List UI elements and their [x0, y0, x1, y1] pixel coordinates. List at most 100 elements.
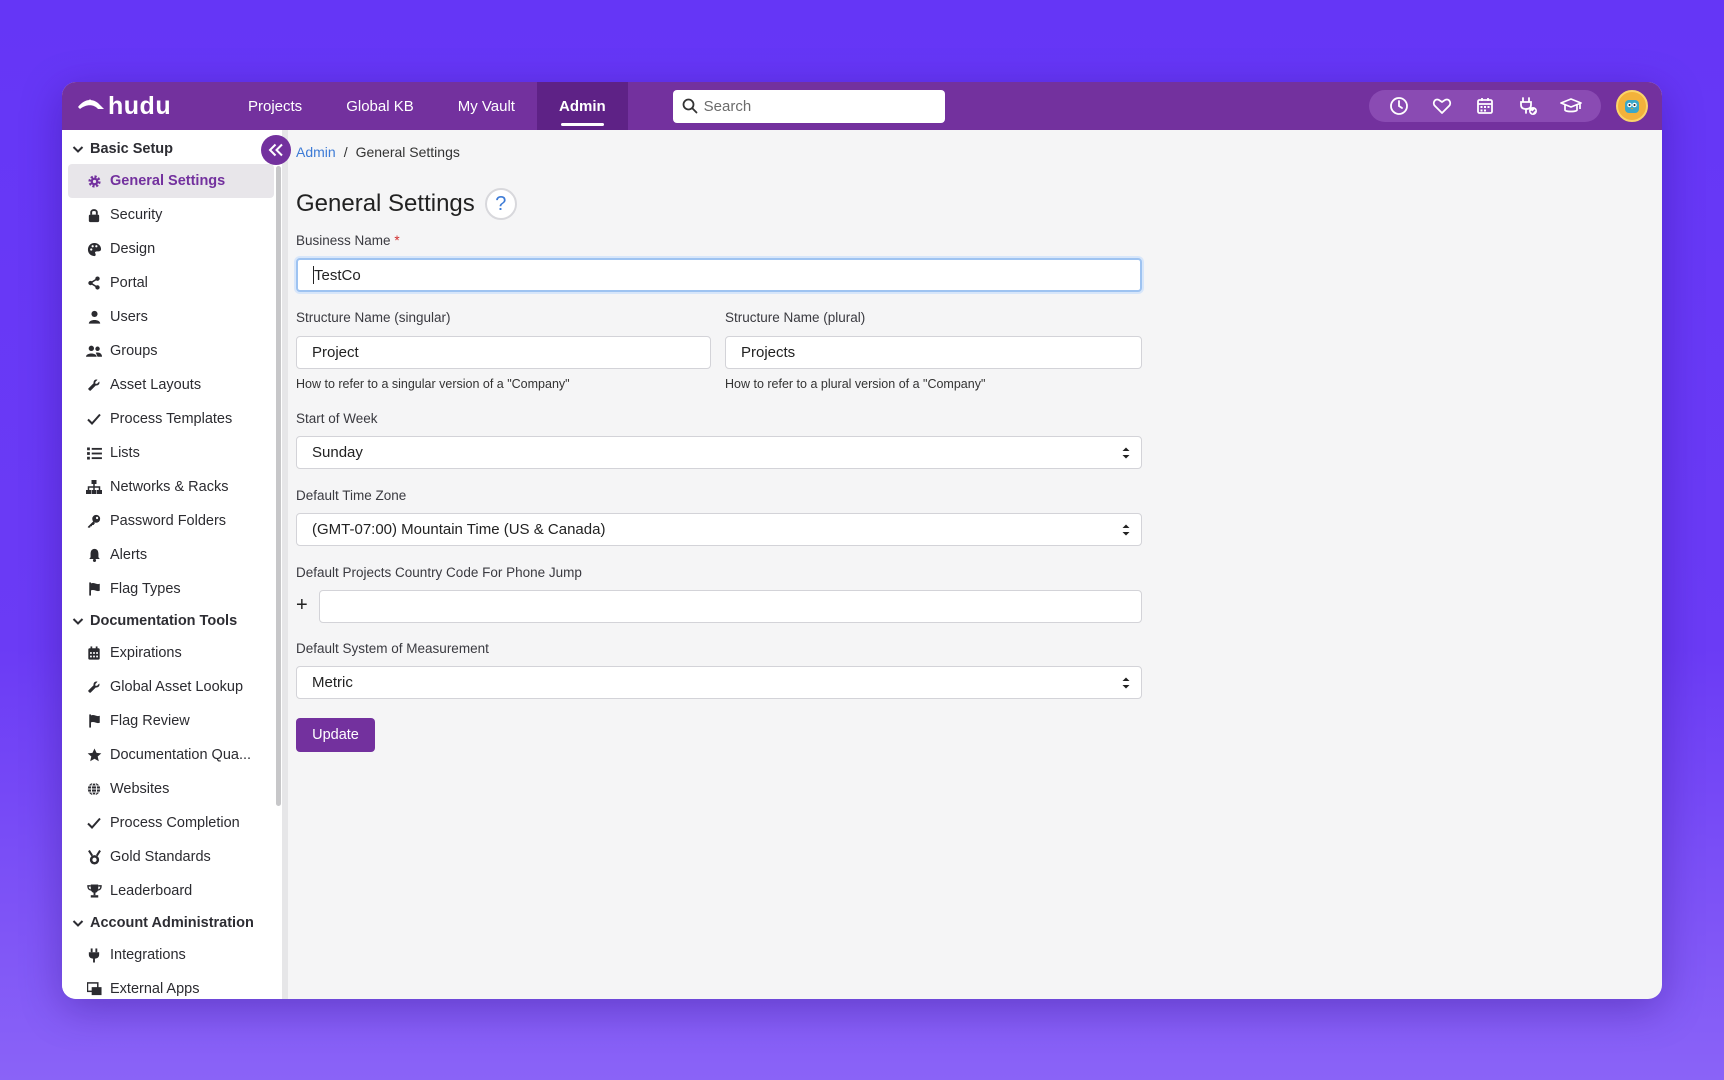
section-account-administration[interactable]: Account Administration: [62, 908, 282, 938]
structure-plural-hint: How to refer to a plural version of a "C…: [725, 377, 986, 391]
structure-plural-value: Projects: [741, 344, 796, 361]
sidebar-item-lists[interactable]: Lists: [68, 436, 274, 470]
sidebar-item-flag-types[interactable]: Flag Types: [68, 572, 274, 606]
sidebar-item-process-templates[interactable]: Process Templates: [68, 402, 274, 436]
sidebar-scrollbar[interactable]: [275, 130, 282, 999]
nav-projects[interactable]: Projects: [226, 82, 324, 130]
structure-singular-input[interactable]: Project: [296, 336, 711, 369]
sidebar-item-label: General Settings: [110, 173, 226, 189]
sidebar-item-label: Asset Layouts: [110, 377, 202, 393]
calendar-icon: [86, 646, 102, 660]
heart-icon[interactable]: [1428, 92, 1456, 120]
sidebar-item-groups[interactable]: Groups: [68, 334, 274, 368]
user-avatar[interactable]: [1616, 90, 1648, 122]
sidebar-item-label: External Apps: [110, 981, 200, 997]
scrollbar-thumb[interactable]: [276, 166, 281, 806]
app-window: hudu Projects Global KB My Vault Admin S…: [62, 82, 1662, 999]
structure-plural-input[interactable]: Projects: [725, 336, 1142, 369]
sidebar-item-global-asset-lookup[interactable]: Global Asset Lookup: [68, 670, 274, 704]
sidebar-item-integrations[interactable]: Integrations: [68, 938, 274, 972]
sidebar-item-label: Networks & Racks: [110, 479, 229, 495]
double-chevron-left-icon: [268, 143, 283, 157]
sidebar-item-flag-review[interactable]: Flag Review: [68, 704, 274, 738]
header-icon-group: [1369, 90, 1601, 122]
sidebar-item-label: Design: [110, 241, 156, 257]
structure-singular-label: Structure Name (singular): [296, 310, 451, 325]
help-question-icon: ?: [495, 192, 507, 215]
update-button[interactable]: Update: [296, 718, 375, 752]
measurement-select[interactable]: Metric: [296, 666, 1142, 699]
sidebar-item-alerts[interactable]: Alerts: [68, 538, 274, 572]
hudu-logo[interactable]: hudu: [76, 92, 226, 121]
breadcrumb-current: General Settings: [355, 144, 460, 160]
measurement-label: Default System of Measurement: [296, 641, 489, 656]
sidebar-item-label: Gold Standards: [110, 849, 211, 865]
sidebar-item-label: Documentation Qua...: [110, 747, 252, 763]
structure-singular-hint: How to refer to a singular version of a …: [296, 377, 570, 391]
flag-icon: [86, 582, 102, 596]
search-input[interactable]: Search: [672, 89, 945, 123]
owl-avatar-icon: [1625, 100, 1639, 113]
select-arrows-icon: [1122, 677, 1130, 689]
sidebar-item-portal[interactable]: Portal: [68, 266, 274, 300]
key-icon: [86, 514, 102, 528]
collapse-sidebar-button[interactable]: [261, 135, 291, 165]
sidebar-item-leaderboard[interactable]: Leaderboard: [68, 874, 274, 908]
check-icon: [86, 413, 102, 425]
sidebar-item-users[interactable]: Users: [68, 300, 274, 334]
clock-icon[interactable]: [1385, 92, 1413, 120]
globe-icon: [86, 782, 102, 796]
sidebar-item-expirations[interactable]: Expirations: [68, 636, 274, 670]
sidebar-item-label: Password Folders: [110, 513, 227, 529]
sidebar-item-networks-racks[interactable]: Networks & Racks: [68, 470, 274, 504]
sidebar-item-asset-layouts[interactable]: Asset Layouts: [68, 368, 274, 402]
section-title: Basic Setup: [90, 141, 173, 157]
country-code-input[interactable]: [319, 590, 1142, 623]
sidebar-item-label: Portal: [110, 275, 148, 291]
bell-icon: [86, 548, 102, 562]
list-icon: [86, 446, 102, 460]
section-documentation-tools[interactable]: Documentation Tools: [62, 606, 282, 636]
star-icon: [86, 748, 102, 762]
nav-global-kb[interactable]: Global KB: [324, 82, 436, 130]
sidebar-item-password-folders[interactable]: Password Folders: [68, 504, 274, 538]
business-name-value: TestCo: [314, 266, 361, 284]
sidebar-item-general-settings[interactable]: General Settings: [68, 164, 274, 198]
start-of-week-select[interactable]: Sunday: [296, 436, 1142, 469]
plug-icon: [86, 947, 102, 963]
sidebar-item-label: Flag Types: [110, 581, 181, 597]
sidebar-item-process-completion[interactable]: Process Completion: [68, 806, 274, 840]
sidebar-item-label: Alerts: [110, 547, 148, 563]
calendar-icon[interactable]: [1471, 92, 1499, 120]
sidebar-item-label: Leaderboard: [110, 883, 193, 899]
help-button[interactable]: ?: [484, 188, 517, 220]
breadcrumb-admin-link[interactable]: Admin: [296, 144, 336, 160]
chevron-down-icon: [72, 615, 84, 627]
sidebar-item-documentation-quality[interactable]: Documentation Qua...: [68, 738, 274, 772]
time-zone-select[interactable]: (GMT-07:00) Mountain Time (US & Canada): [296, 513, 1142, 546]
gear-icon: [86, 174, 102, 189]
sidebar-item-design[interactable]: Design: [68, 232, 274, 266]
start-of-week-label: Start of Week: [296, 411, 378, 426]
select-arrows-icon: [1122, 524, 1130, 536]
main-content: Admin / General Settings General Settings …: [296, 130, 1656, 999]
sidebar-item-label: Flag Review: [110, 713, 190, 729]
nav-my-vault[interactable]: My Vault: [436, 82, 537, 130]
section-basic-setup[interactable]: Basic Setup: [62, 134, 282, 164]
sidebar-item-gold-standards[interactable]: Gold Standards: [68, 840, 274, 874]
sidebar-item-security[interactable]: Security: [68, 198, 274, 232]
trophy-icon: [86, 884, 102, 898]
business-name-input[interactable]: TestCo: [296, 258, 1142, 292]
sidebar-item-websites[interactable]: Websites: [68, 772, 274, 806]
user-icon: [86, 310, 102, 324]
sidebar-divider: [282, 130, 288, 999]
plug-check-icon[interactable]: [1514, 92, 1542, 120]
nav-admin[interactable]: Admin: [536, 82, 628, 130]
graduation-cap-icon[interactable]: [1557, 92, 1585, 120]
select-arrows-icon: [1122, 447, 1130, 459]
sidebar-item-label: Expirations: [110, 645, 182, 661]
measurement-value: Metric: [312, 674, 353, 691]
required-asterisk: *: [394, 233, 400, 248]
sidebar-item-external-apps[interactable]: External Apps: [68, 972, 274, 999]
sidebar-item-label: Global Asset Lookup: [110, 679, 244, 695]
